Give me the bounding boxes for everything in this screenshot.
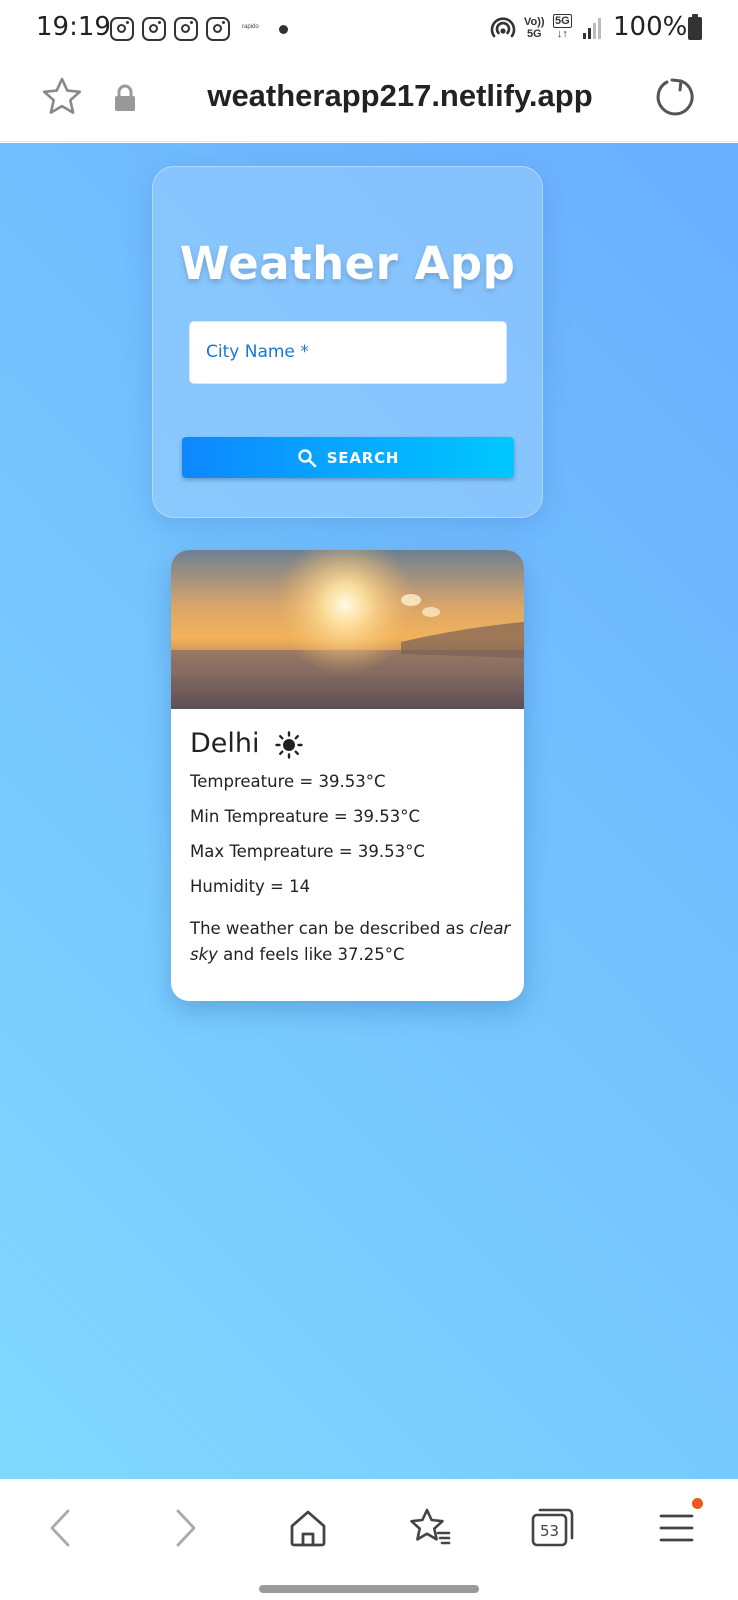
star-icon[interactable] <box>40 75 84 119</box>
notification-icons <box>110 17 230 41</box>
rapido-notification-icon: rapido <box>242 24 259 30</box>
sunset-image <box>171 550 524 709</box>
more-notifications-icon <box>279 25 288 34</box>
app-title: Weather App <box>179 237 516 290</box>
max-temperature-text: Max Tempreature = 39.53°C <box>190 842 425 861</box>
reload-icon[interactable] <box>652 74 698 120</box>
home-indicator[interactable] <box>259 1585 479 1593</box>
search-button[interactable]: SEARCH <box>182 437 514 478</box>
city-name-input[interactable]: City Name * <box>189 321 507 384</box>
search-card: Weather App City Name * SEARCH <box>152 166 543 518</box>
5g-indicator: 5G ↓↑ <box>553 14 572 40</box>
instagram-icon <box>206 17 230 41</box>
battery-percent: 100% <box>613 12 688 42</box>
status-time: 19:19 <box>36 12 111 42</box>
feels-like-text: and feels like 37.25°C <box>217 945 405 964</box>
status-bar: 19:19 rapido Vo)) 5G 5G ↓↑ 100% <box>0 0 738 58</box>
browser-bottom-nav: 53 <box>0 1479 738 1600</box>
temperature-text: Tempreature = 39.53°C <box>190 772 386 791</box>
city-name: Delhi <box>190 728 260 759</box>
search-icon <box>298 448 317 467</box>
url-field[interactable]: weatherapp217.netlify.app <box>160 78 640 114</box>
back-icon[interactable] <box>36 1503 86 1553</box>
tabs-icon: 53 <box>531 1508 574 1547</box>
weather-card: Delhi Tempreature = 39.53°C Min Tempreat… <box>171 550 524 1001</box>
min-temperature-text: Min Tempreature = 39.53°C <box>190 807 421 826</box>
sun-icon <box>275 731 303 759</box>
instagram-icon <box>174 17 198 41</box>
volte-indicator: Vo)) 5G <box>524 16 545 40</box>
description-prefix: The weather can be described as <box>190 919 470 938</box>
hotspot-icon <box>490 17 516 38</box>
menu-icon[interactable] <box>652 1503 702 1553</box>
city-name-label: City Name * <box>206 342 309 362</box>
search-button-label: SEARCH <box>326 448 400 467</box>
weather-description: The weather can be described as clear sk… <box>190 916 512 968</box>
signal-icon <box>583 17 601 39</box>
humidity-text: Humidity = 14 <box>190 877 311 896</box>
weather-app-page: Weather App City Name * SEARCH Delhi Tem… <box>0 143 738 1479</box>
forward-icon[interactable] <box>160 1503 210 1553</box>
instagram-icon <box>110 17 134 41</box>
lock-icon[interactable] <box>113 84 137 112</box>
battery-icon <box>688 14 702 40</box>
instagram-icon <box>142 17 166 41</box>
menu-notification-badge <box>692 1498 703 1509</box>
tabs-button[interactable]: 53 <box>528 1503 578 1553</box>
tab-count: 53 <box>540 1522 559 1540</box>
bookmarks-icon[interactable] <box>405 1503 455 1553</box>
home-icon[interactable] <box>283 1503 333 1553</box>
browser-address-bar: weatherapp217.netlify.app <box>0 58 738 142</box>
